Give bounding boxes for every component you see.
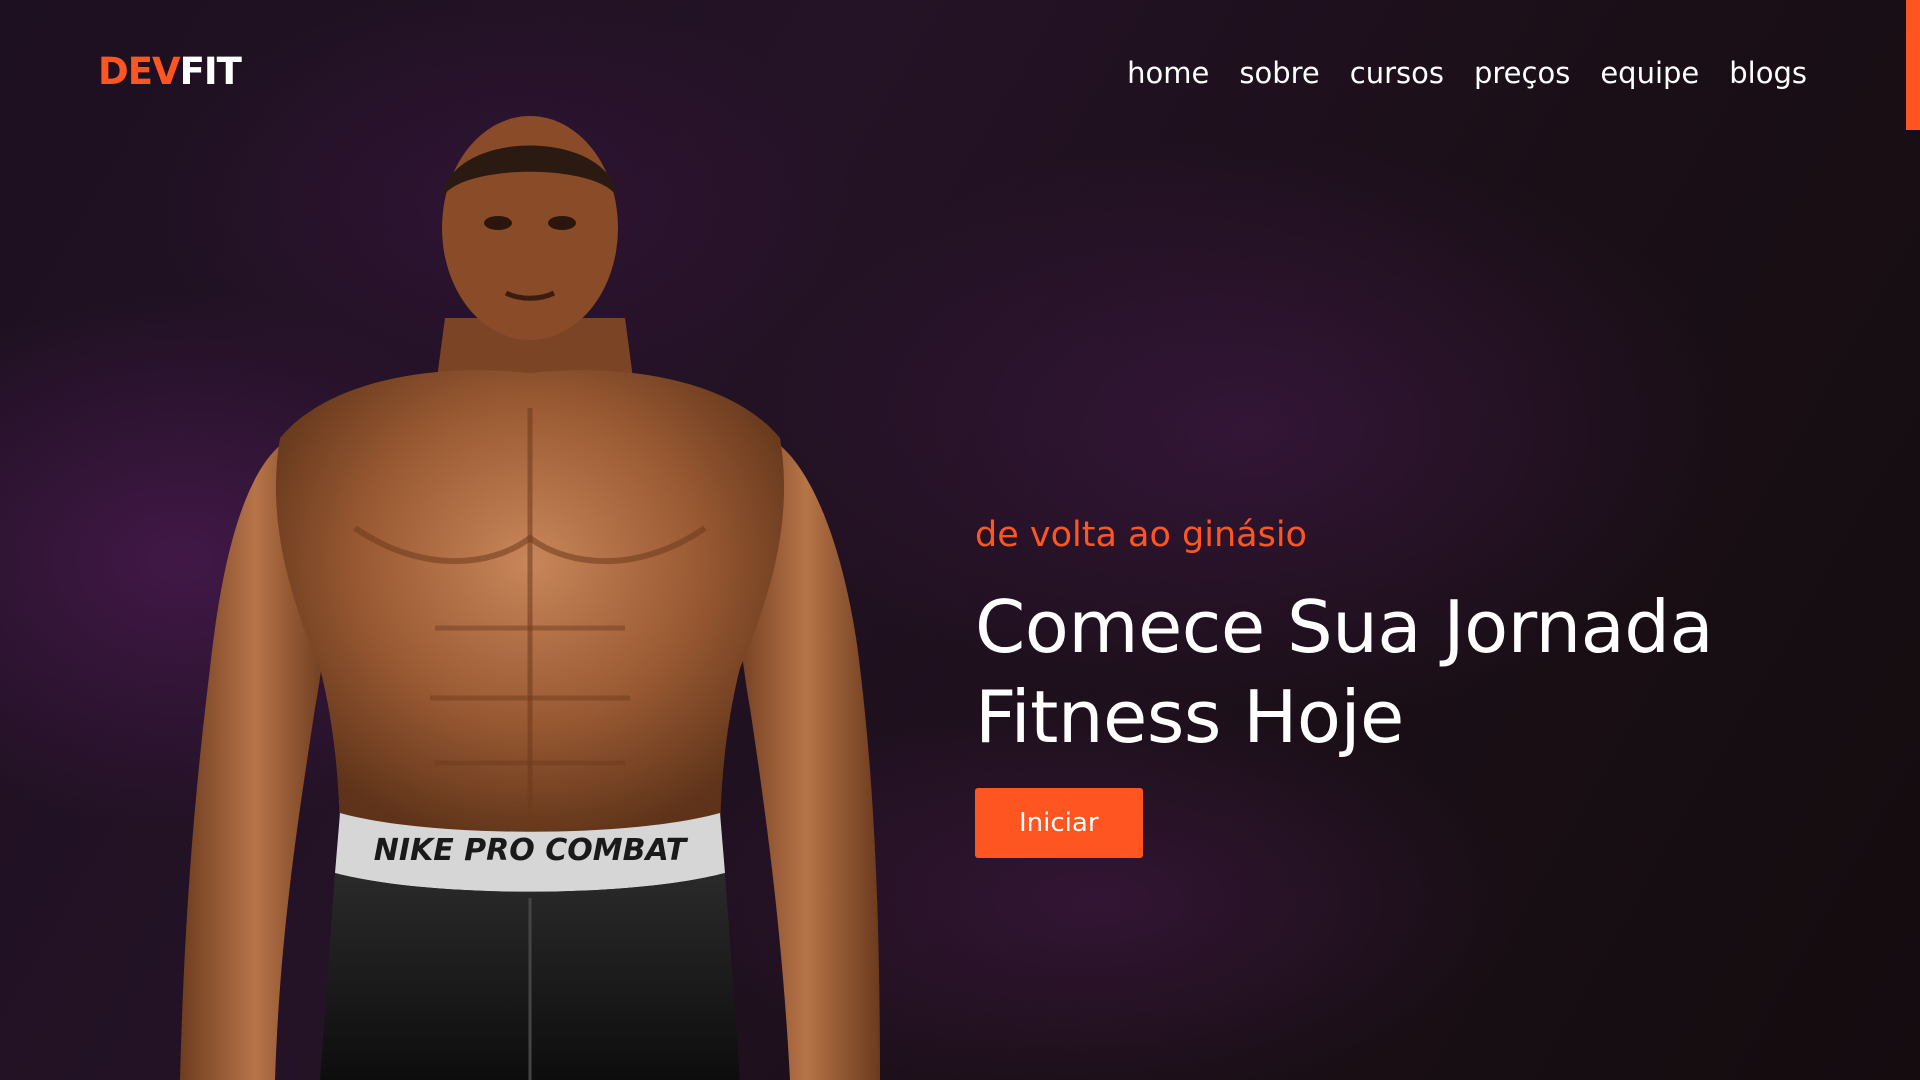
hero-subtitle: de volta ao ginásio [975, 515, 1307, 555]
hero-athlete-image: NIKE PRO COMBAT [180, 116, 880, 1080]
logo[interactable]: DEVFIT [98, 48, 242, 96]
landing-page: DEVFIT home sobre cursos preços equipe b… [0, 0, 1920, 1080]
start-button[interactable]: Iniciar [975, 788, 1143, 858]
nav-link-cursos[interactable]: cursos [1350, 52, 1444, 94]
hero-headline: Comece Sua Jornada Fitness Hoje [975, 582, 1795, 762]
nav-link-sobre[interactable]: sobre [1239, 52, 1319, 94]
nav-link-equipe[interactable]: equipe [1600, 52, 1699, 94]
logo-rest: FIT [179, 50, 242, 93]
main-nav: home sobre cursos preços equipe blogs [1127, 52, 1807, 94]
logo-accent: DEV [98, 50, 181, 93]
waistband-text: NIKE PRO COMBAT [374, 833, 689, 868]
nav-link-home[interactable]: home [1127, 52, 1209, 94]
hero-content: de volta ao ginásio Comece Sua Jornada F… [975, 510, 1795, 858]
hero-headline-line2: Fitness Hoje [975, 675, 1404, 759]
nav-link-blogs[interactable]: blogs [1729, 52, 1807, 94]
hero-headline-line1: Comece Sua Jornada [975, 585, 1714, 669]
nav-link-precos[interactable]: preços [1474, 52, 1570, 94]
